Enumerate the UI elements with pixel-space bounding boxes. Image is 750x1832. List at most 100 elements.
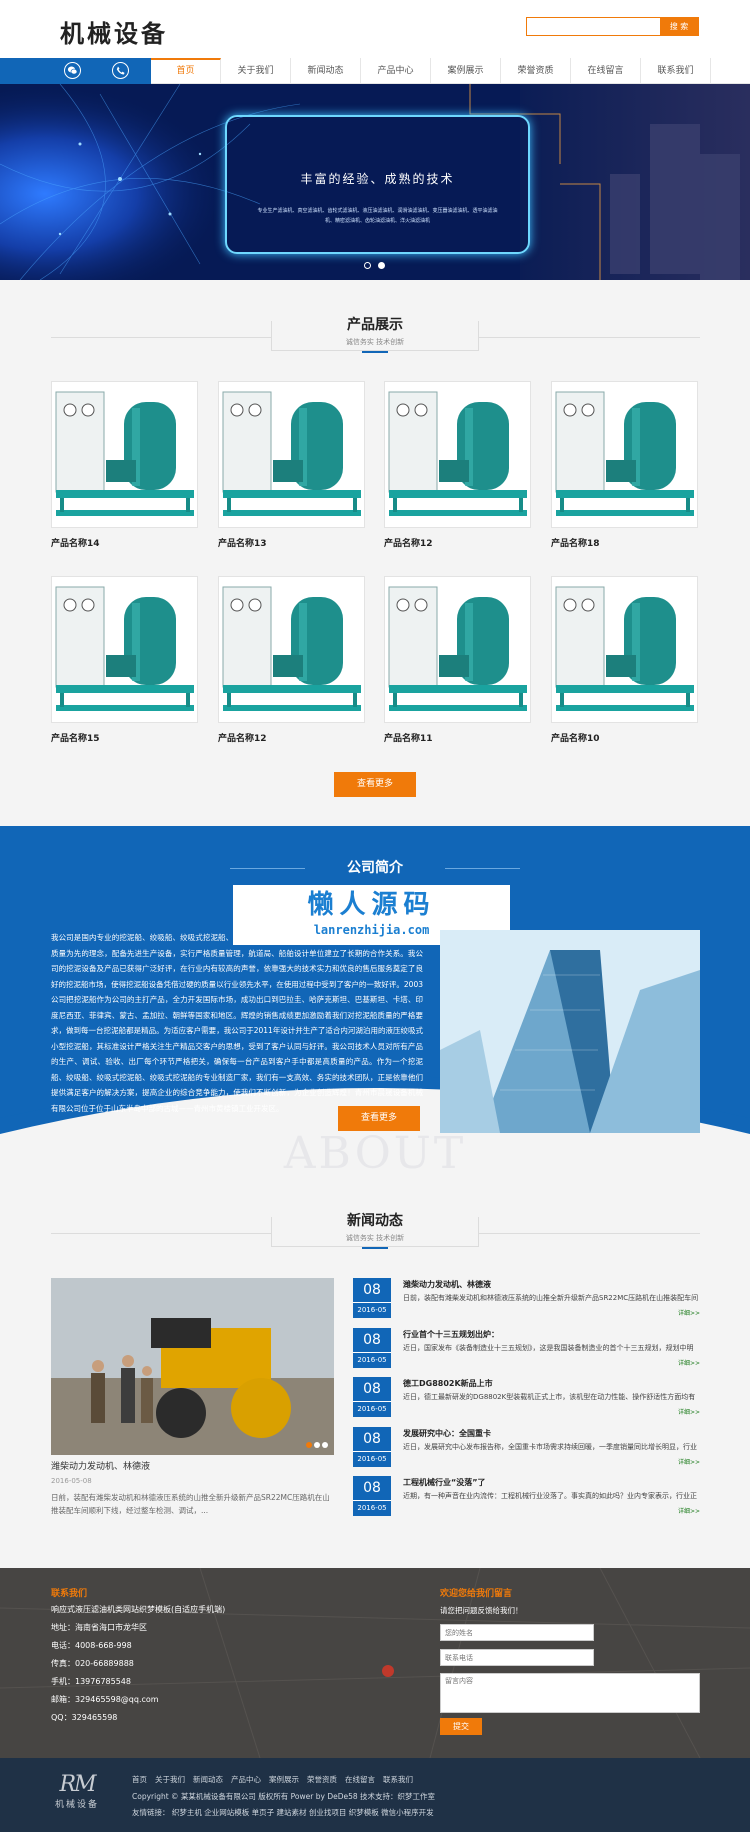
product-name[interactable]: 产品名称14 [51,536,198,549]
nav-item-news[interactable]: 新闻动态 [291,58,361,84]
about-title: 公司简介 [347,860,403,876]
about-title-line-left [230,868,305,869]
slide-dot-2[interactable] [378,262,385,269]
message-field[interactable] [440,1673,700,1713]
news-featured-title[interactable]: 潍柴动力发动机、林德液 [51,1459,150,1472]
nav-item-honors[interactable]: 荣誉资质 [501,58,571,84]
footer-nav: 首页 关于我们 新闻动态 产品中心 案例展示 荣誉资质 在线留言 联系我们 [132,1774,421,1785]
product-card[interactable] [384,576,531,723]
wechat-icon[interactable] [64,62,81,79]
news-day: 08 [353,1427,391,1452]
news-month: 2016-05 [357,1455,387,1463]
product-image [52,577,197,722]
site-logo[interactable]: 机械设备 [60,14,168,49]
submit-button[interactable]: 提交 [440,1718,482,1735]
about-text: 我公司是国内专业的挖泥船、绞吸船、绞吸式挖泥船、绞吸式挖泥船厂家，自成立以来公司… [51,933,423,1113]
nav-item-cases[interactable]: 案例展示 [431,58,501,84]
news-item-more-link[interactable]: 详细>> [403,1358,700,1367]
contact-email: 邮箱：329465598@qq.com [51,1695,159,1704]
product-image [219,577,364,722]
news-item-more-link[interactable]: 详细>> [403,1308,700,1317]
footer-logo-text: 机械设备 [55,1800,100,1810]
product-card[interactable] [218,381,365,528]
search-button[interactable]: 搜 索 [660,18,698,35]
nav-item-about[interactable]: 关于我们 [221,58,291,84]
news-item-more-link[interactable]: 详细>> [403,1506,700,1515]
phone-field[interactable] [440,1649,594,1666]
product-name[interactable]: 产品名称18 [551,536,698,549]
footer-link[interactable]: 新闻动态 [193,1774,223,1785]
contact-company: 响应式液压滤油机类网站织梦模板(自适应手机端) [51,1605,226,1614]
products-subtitle: 诚信务实 技术创新 [345,338,405,346]
product-name[interactable]: 产品名称12 [218,731,365,744]
product-name[interactable]: 产品名称13 [218,536,365,549]
product-image [552,577,697,722]
news-date-badge: 08 2016-05 [353,1476,391,1516]
news-item-desc: 近期，有一种声音在业内流传：工程机械行业没落了。事实真的如此吗？业内专家表示，行… [403,1492,697,1500]
about-title-line-right [445,868,520,869]
search-box: 搜 索 [526,17,699,36]
news-item-more-link[interactable]: 详细>> [403,1457,700,1466]
news-item-title[interactable]: 发展研究中心：全国重卡 [403,1428,491,1439]
nav-item-contact[interactable]: 联系我们 [641,58,711,84]
product-image [385,577,530,722]
contact-address: 地址：海南省海口市龙华区 [51,1623,147,1632]
news-day: 08 [353,1377,391,1402]
news-item-more-link[interactable]: 详细>> [403,1407,700,1416]
news-item-title[interactable]: 行业首个十三五规划出炉： [403,1329,499,1340]
product-card[interactable] [384,381,531,528]
product-card[interactable] [551,381,698,528]
footer-friend-links[interactable]: 友情链接： 织梦主机 企业网站模板 单页子 建站素材 创业找项目 织梦模板 微信… [132,1807,434,1818]
news-date-badge: 08 2016-05 [353,1427,391,1467]
product-card[interactable] [551,576,698,723]
nav-item-message[interactable]: 在线留言 [571,58,641,84]
product-image [385,382,530,527]
news-day: 08 [353,1278,391,1303]
contact-fax: 传真：020-66889888 [51,1659,134,1668]
nav-menu: 首页 关于我们 新闻动态 产品中心 案例展示 荣誉资质 在线留言 联系我们 [151,58,711,84]
name-field[interactable] [440,1624,594,1641]
footer-link[interactable]: 案例展示 [269,1774,299,1785]
watermark-text-cn: 懒人源码 [307,890,436,920]
phone-icon[interactable] [112,62,129,79]
footer-logo-mark: RM [59,1772,96,1797]
nav-item-home[interactable]: 首页 [151,58,221,84]
product-card[interactable] [51,576,198,723]
product-card[interactable] [218,576,365,723]
slide-dot-1[interactable] [364,262,371,269]
contact-qq: QQ：329465598 [51,1713,118,1722]
news-subtitle: 诚信务实 技术创新 [345,1234,405,1242]
news-title-accent [362,1247,388,1249]
nav-item-products[interactable]: 产品中心 [361,58,431,84]
news-item-desc: 近日，德工最新研发的DG8802K型装载机正式上市，该机型在动力性能、操作舒适性… [403,1393,696,1401]
message-form-hint: 请您把问题反馈给我们！ [440,1606,523,1615]
news-featured-desc: 日前，装配有潍柴发动机和林德液压系统的山推全新升级新产品SR22MC压路机在山推… [51,1493,330,1515]
footer-logo: RM 机械设备 [55,1772,99,1810]
contact-phone: 电话：4008-668-998 [51,1641,132,1650]
product-name[interactable]: 产品名称10 [551,731,698,744]
product-card[interactable] [51,381,198,528]
product-name[interactable]: 产品名称12 [384,536,531,549]
news-day: 08 [353,1476,391,1501]
news-item-title[interactable]: 工程机械行业“没落”了 [403,1477,486,1488]
footer-link[interactable]: 关于我们 [155,1774,185,1785]
news-featured-image[interactable] [51,1278,334,1455]
footer-link[interactable]: 产品中心 [231,1774,261,1785]
news-item-title[interactable]: 德工DG8802K新品上市 [403,1378,493,1389]
contact-info: 响应式液压滤油机类网站织梦模板(自适应手机端) 地址：海南省海口市龙华区 电话：… [51,1601,225,1727]
news-item-title[interactable]: 潍柴动力发动机、林德液 [403,1279,491,1290]
news-month: 2016-05 [357,1356,387,1364]
footer-link[interactable]: 在线留言 [345,1774,375,1785]
footer-link[interactable]: 首页 [132,1774,147,1785]
news-month: 2016-05 [357,1306,387,1314]
product-name[interactable]: 产品名称15 [51,731,198,744]
product-name[interactable]: 产品名称11 [384,731,531,744]
product-image [219,382,364,527]
search-input[interactable] [527,18,661,35]
news-day: 08 [353,1328,391,1353]
news-date-badge: 08 2016-05 [353,1377,391,1417]
footer-link[interactable]: 联系我们 [383,1774,413,1785]
products-more-button[interactable]: 查看更多 [334,772,416,797]
product-image [52,382,197,527]
footer-link[interactable]: 荣誉资质 [307,1774,337,1785]
